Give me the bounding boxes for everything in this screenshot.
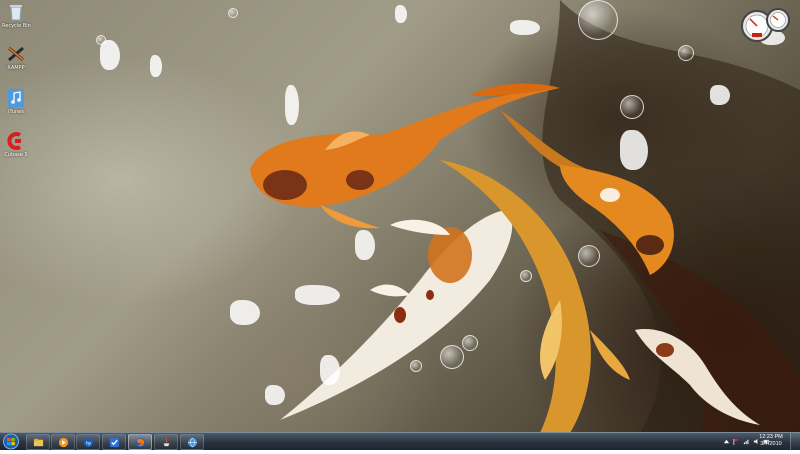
firefox-icon: [135, 437, 145, 447]
start-button[interactable]: [1, 433, 21, 450]
desktop-icon-label: XAMPP: [7, 65, 25, 71]
koi-fish-artwork: [250, 0, 800, 433]
water-splash: [285, 85, 299, 125]
xampp-icon: [6, 44, 26, 64]
media-player-icon: [58, 437, 68, 447]
water-bubble: [228, 8, 238, 18]
explorer-icon: [33, 438, 43, 446]
water-splash: [295, 285, 340, 305]
cubase-icon: [6, 131, 26, 151]
water-bubble: [678, 45, 694, 61]
flag-icon[interactable]: [733, 438, 740, 445]
water-bubble: [410, 360, 422, 372]
cpu-meter-gadget[interactable]: [740, 6, 792, 44]
hp-icon: hp: [83, 437, 93, 447]
water-bubble: [578, 0, 618, 40]
java-icon: [163, 437, 169, 446]
water-splash: [620, 130, 648, 170]
windows-orb-icon: [3, 433, 19, 450]
arrow-up-icon[interactable]: [723, 438, 730, 445]
itunes-icon: [6, 88, 26, 108]
taskbar-network-globe-button[interactable]: [180, 434, 204, 450]
water-splash: [150, 55, 162, 77]
taskbar-java-button[interactable]: [154, 434, 178, 450]
water-splash: [320, 355, 340, 385]
water-splash: [395, 5, 407, 23]
taskbar-firefox-button[interactable]: [128, 434, 152, 450]
taskbar: hp 12:23 PM 3/7/2010: [0, 432, 800, 450]
water-splash: [355, 230, 375, 260]
clock-date: 3/7/2010: [760, 441, 782, 447]
taskbar-explorer-button[interactable]: [26, 434, 50, 450]
water-bubble: [520, 270, 532, 282]
water-bubble: [96, 35, 106, 45]
desktop-icon-itunes[interactable]: iTunes: [2, 88, 30, 115]
taskbar-media-player-button[interactable]: [51, 434, 75, 450]
desktop-icon-label: iTunes: [8, 109, 24, 115]
desktop-icon-label: Recycle Bin: [2, 23, 31, 29]
clock-time: 12:23 PM: [759, 434, 783, 440]
water-splash: [510, 20, 540, 35]
checkmark-app-icon: [109, 437, 119, 447]
network-icon[interactable]: [743, 438, 750, 445]
water-bubble: [440, 345, 464, 369]
water-bubble: [620, 95, 644, 119]
desktop-icon-recycle-bin[interactable]: Recycle Bin: [2, 2, 31, 29]
network-globe-icon: [187, 437, 197, 448]
desktop-wallpaper: [0, 0, 800, 433]
taskbar-clock[interactable]: 12:23 PM 3/7/2010: [754, 434, 788, 448]
water-bubble: [462, 335, 478, 351]
water-splash: [710, 85, 730, 105]
svg-text:hp: hp: [85, 440, 91, 445]
taskbar-checkmark-app-button[interactable]: [102, 434, 126, 450]
taskbar-hp-button[interactable]: hp: [76, 434, 100, 450]
desktop-icon-cubase[interactable]: Cubase 5: [2, 131, 30, 158]
recycle-bin-icon: [6, 2, 26, 22]
desktop-icon-label: Cubase 5: [4, 152, 28, 158]
water-splash: [230, 300, 260, 325]
water-bubble: [578, 245, 600, 267]
desktop-icon-xampp[interactable]: XAMPP: [2, 44, 30, 71]
water-splash: [265, 385, 285, 405]
show-desktop-button[interactable]: [790, 433, 800, 450]
